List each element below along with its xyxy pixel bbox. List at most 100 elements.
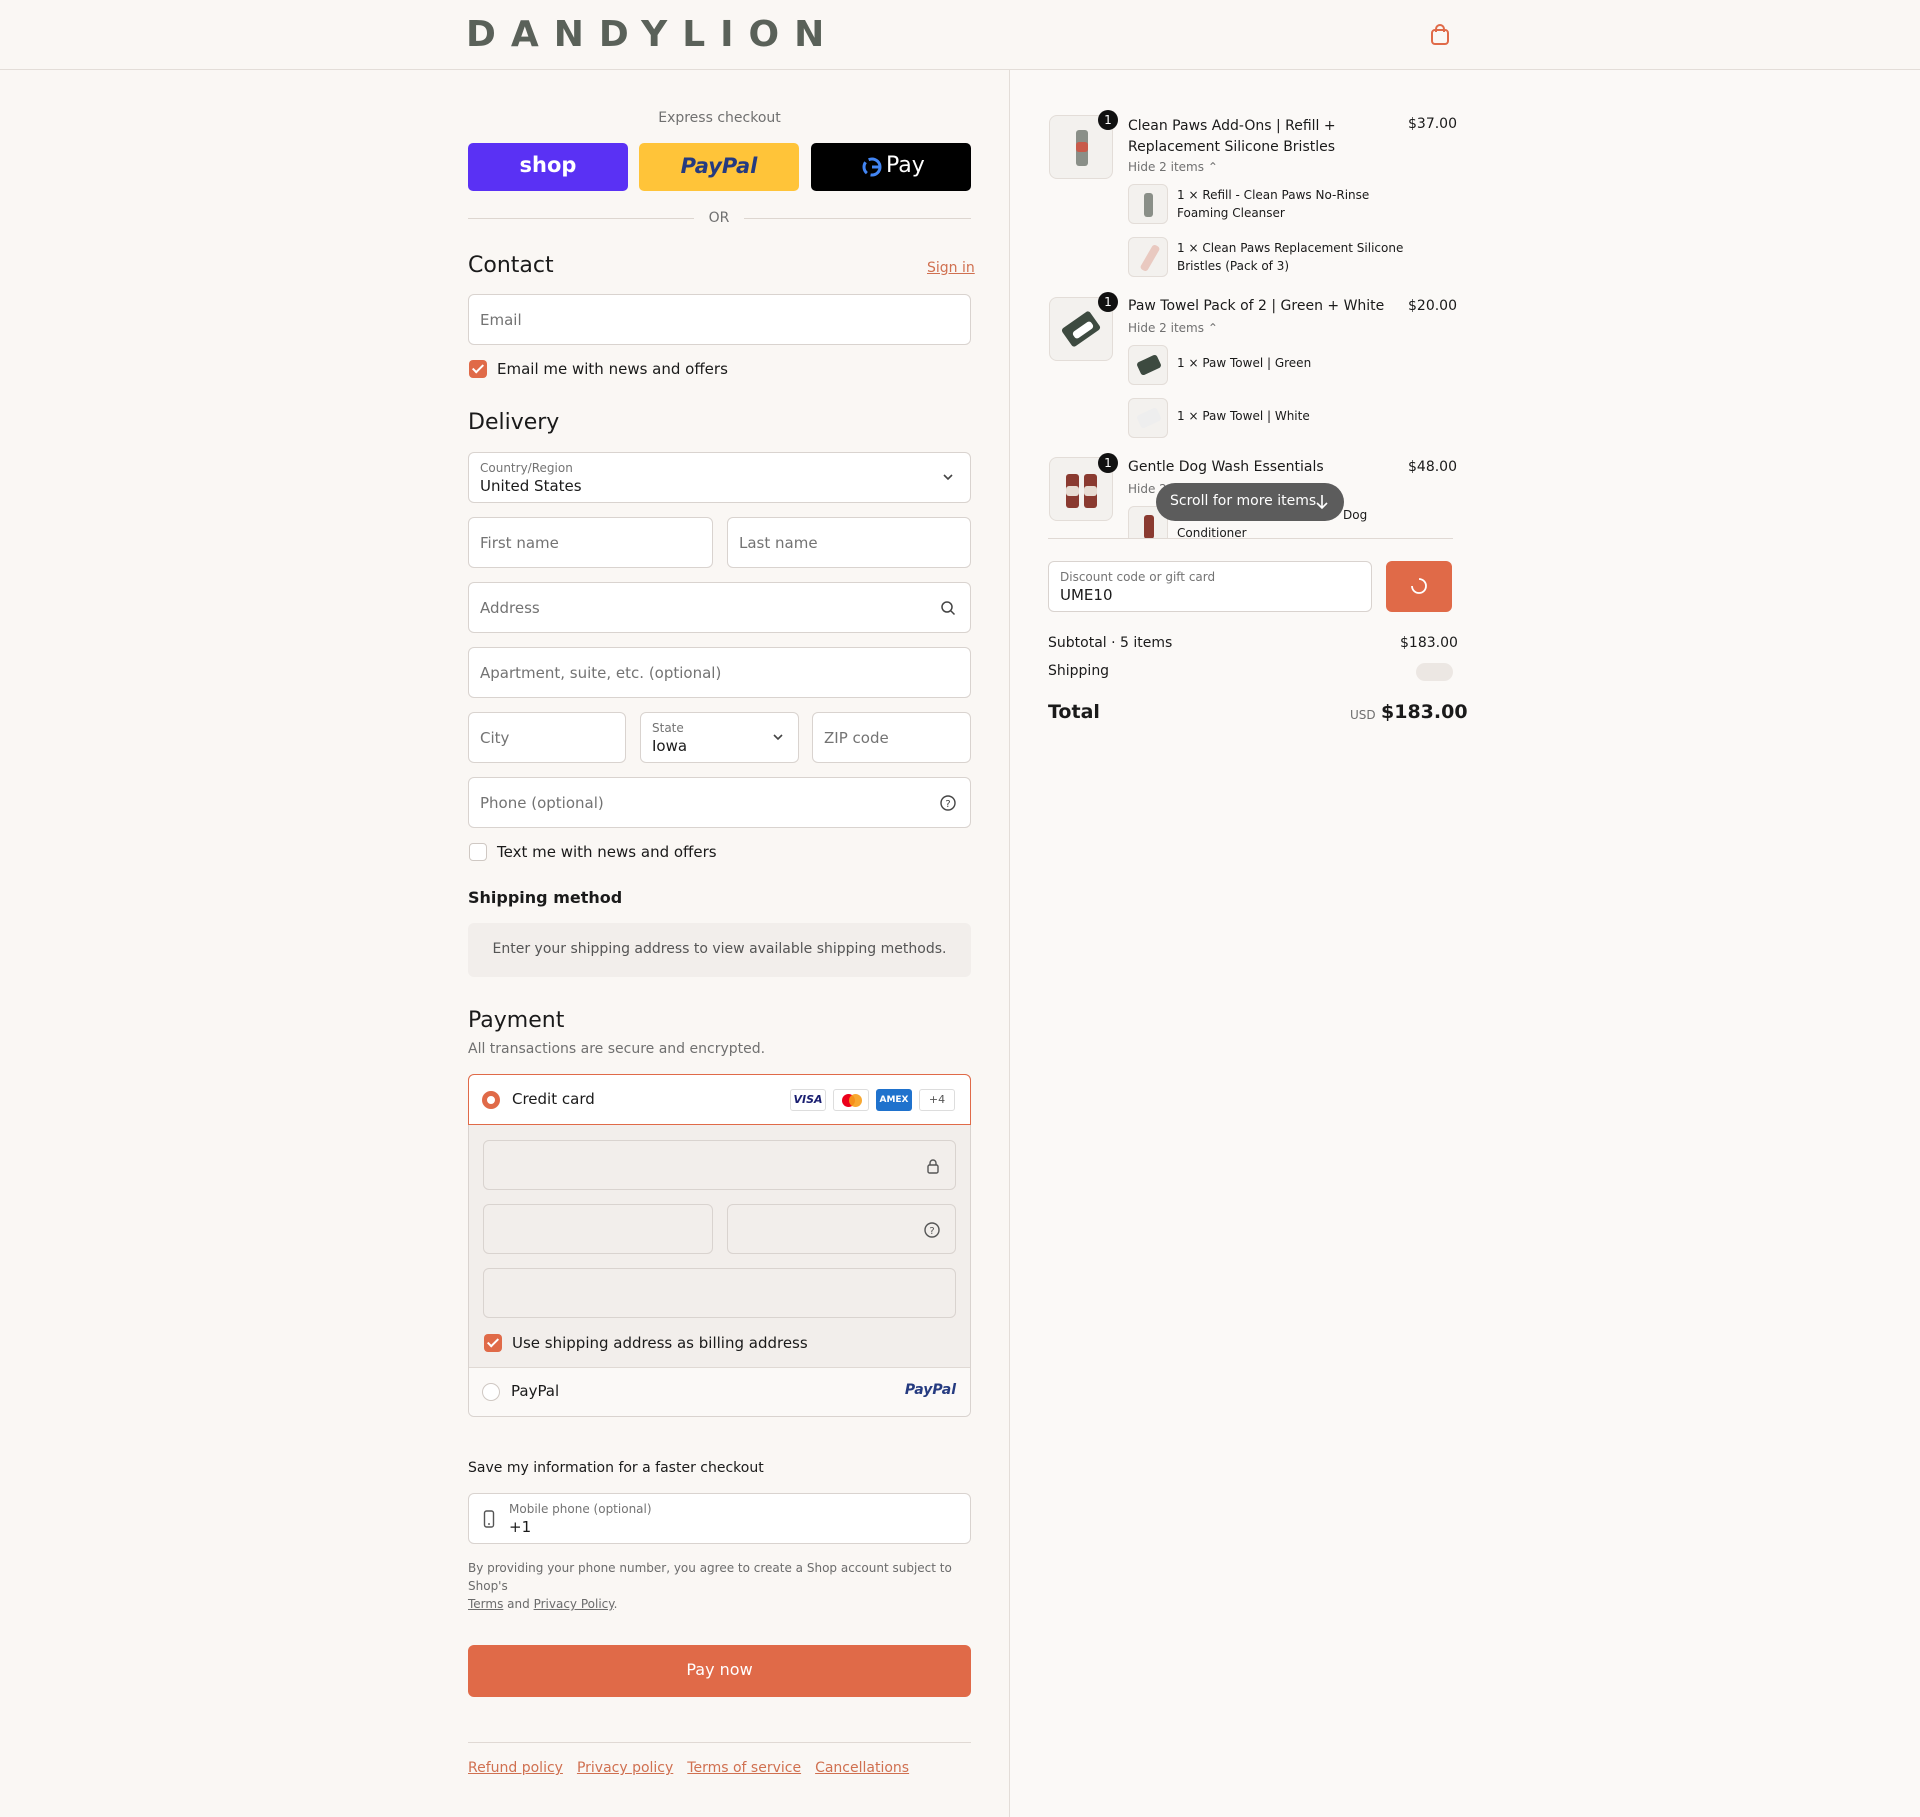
mobile-phone-icon	[483, 1510, 495, 1528]
loading-spinner-icon	[1411, 578, 1427, 594]
shop-pay-logo: shop	[519, 153, 577, 177]
credit-card-option[interactable]: Credit card VISA AMEX +4	[468, 1074, 971, 1125]
state-select[interactable]: State Iowa	[640, 712, 799, 763]
scroll-for-more-button[interactable]: Scroll for more items	[1156, 483, 1344, 521]
last-name-field[interactable]: Last name	[727, 517, 971, 568]
subtotal-value: $183.00	[1400, 635, 1458, 651]
sign-in-link[interactable]: Sign in	[927, 260, 975, 276]
currency-label: USD	[1350, 708, 1376, 722]
apartment-field[interactable]: Apartment, suite, etc. (optional)	[468, 647, 971, 698]
billing-address-label: Use shipping address as billing address	[512, 1334, 808, 1352]
item-title-line: Clean Paws Add-Ons | Refill +	[1128, 118, 1336, 134]
payment-subtitle: All transactions are secure and encrypte…	[468, 1041, 766, 1057]
mastercard-icon	[833, 1089, 869, 1111]
email-field[interactable]: Email	[468, 294, 971, 345]
footer-links: Refund policy Privacy policy Terms of se…	[468, 1760, 909, 1776]
security-code-field[interactable]: ?	[727, 1204, 956, 1254]
amex-icon: AMEX	[876, 1089, 912, 1111]
search-icon	[941, 601, 956, 616]
or-divider: OR	[708, 210, 730, 226]
mobile-value: +1	[509, 1518, 532, 1536]
shopping-bag-icon[interactable]	[1430, 24, 1450, 46]
expiration-field[interactable]	[483, 1204, 713, 1254]
sub-item-line: 1 × Refill - Clean Paws No-Rinse	[1177, 188, 1370, 202]
text-news-checkbox[interactable]	[469, 843, 487, 861]
items-scroll-edge	[1048, 538, 1453, 539]
country-select[interactable]: Country/Region United States	[468, 452, 971, 503]
express-checkout-label: Express checkout	[658, 110, 781, 126]
city-field[interactable]: City	[468, 712, 626, 763]
state-value: Iowa	[652, 737, 688, 755]
pay-now-label: Pay now	[686, 1660, 753, 1679]
zip-field[interactable]: ZIP code	[812, 712, 971, 763]
item-price: $37.00	[1408, 116, 1457, 132]
sub-item-label: 1 × Refill - Clean Paws No-Rinse Foaming …	[1177, 186, 1369, 222]
discount-label: Discount code or gift card	[1060, 570, 1216, 584]
email-news-checkbox[interactable]	[469, 360, 487, 378]
chevron-down-icon	[943, 474, 953, 481]
discount-code-field[interactable]: Discount code or gift card UME10	[1048, 561, 1372, 612]
privacy-policy-footer-link[interactable]: Privacy policy	[577, 1760, 673, 1776]
paypal-logo-small: PayPal	[904, 1382, 956, 1398]
sub-item-thumbnail	[1128, 184, 1168, 224]
chevron-up-icon: ⌃	[1207, 321, 1218, 335]
quantity-badge: 1	[1098, 110, 1118, 130]
save-info-title: Save my information for a faster checkou…	[468, 1460, 764, 1476]
more-cards-badge: +4	[919, 1089, 955, 1111]
chevron-down-icon	[773, 734, 783, 741]
billing-address-checkbox[interactable]	[484, 1334, 502, 1352]
lock-icon	[927, 1159, 939, 1174]
country-value: United States	[480, 477, 582, 495]
and-text: and	[507, 1597, 530, 1611]
google-pay-button[interactable]: Pay	[811, 143, 971, 191]
google-g-icon	[862, 157, 882, 177]
apply-discount-button[interactable]	[1386, 561, 1452, 612]
shop-disclaimer: By providing your phone number, you agre…	[468, 1559, 973, 1613]
divider-left	[468, 218, 694, 219]
quantity-badge: 1	[1098, 292, 1118, 312]
mobile-phone-field[interactable]: Mobile phone (optional) +1	[468, 1493, 971, 1544]
cancellations-link[interactable]: Cancellations	[815, 1760, 909, 1776]
help-icon[interactable]: ?	[923, 1221, 941, 1239]
contact-title: Contact	[468, 253, 554, 278]
terms-link[interactable]: Terms	[468, 1597, 503, 1611]
delivery-title: Delivery	[468, 410, 560, 435]
arrow-down-icon	[1316, 495, 1328, 510]
credit-card-radio[interactable]	[482, 1091, 500, 1109]
payment-title: Payment	[468, 1008, 565, 1033]
city-placeholder: City	[480, 729, 510, 747]
pay-now-button[interactable]: Pay now	[468, 1645, 971, 1697]
first-name-field[interactable]: First name	[468, 517, 713, 568]
terms-of-service-link[interactable]: Terms of service	[687, 1760, 801, 1776]
country-label: Country/Region	[480, 461, 573, 475]
total-label: Total	[1048, 701, 1100, 723]
name-on-card-field[interactable]	[483, 1268, 956, 1318]
shop-pay-button[interactable]: shop	[468, 143, 628, 191]
help-icon[interactable]: ?	[939, 794, 957, 812]
sub-item-label: 1 × Paw Towel | White	[1177, 409, 1310, 423]
item-title: Paw Towel Pack of 2 | Green + White	[1128, 298, 1385, 314]
total-value: $183.00	[1381, 701, 1468, 723]
disclaimer-text: By providing your phone number, you agre…	[468, 1561, 952, 1593]
address-field[interactable]: Address	[468, 582, 971, 633]
hide-items-toggle[interactable]: Hide 2 items ⌃	[1128, 160, 1218, 174]
zip-placeholder: ZIP code	[824, 729, 889, 747]
brand-logo[interactable]: DANDYLION	[466, 14, 839, 55]
hide-items-toggle[interactable]: Hide 2 items ⌃	[1128, 321, 1218, 335]
item-title: Gentle Dog Wash Essentials	[1128, 459, 1324, 475]
item-price: $48.00	[1408, 459, 1457, 475]
address-placeholder: Address	[480, 599, 540, 617]
shipping-notice-text: Enter your shipping address to view avai…	[492, 941, 947, 957]
paypal-radio[interactable]	[482, 1383, 500, 1401]
gpay-label: Pay	[886, 153, 925, 178]
refund-policy-link[interactable]: Refund policy	[468, 1760, 563, 1776]
phone-field[interactable]: Phone (optional) ?	[468, 777, 971, 828]
paypal-button[interactable]: PayPal	[639, 143, 799, 191]
sub-item-thumbnail	[1128, 345, 1168, 385]
text-news-label: Text me with news and offers	[497, 843, 717, 861]
privacy-policy-link[interactable]: Privacy Policy	[534, 1597, 614, 1611]
scroll-hint-label: Scroll for more items	[1170, 493, 1317, 509]
paypal-option[interactable]: PayPal PayPal	[469, 1368, 970, 1416]
sub-item-thumbnail	[1128, 398, 1168, 438]
card-number-field[interactable]	[483, 1140, 956, 1190]
